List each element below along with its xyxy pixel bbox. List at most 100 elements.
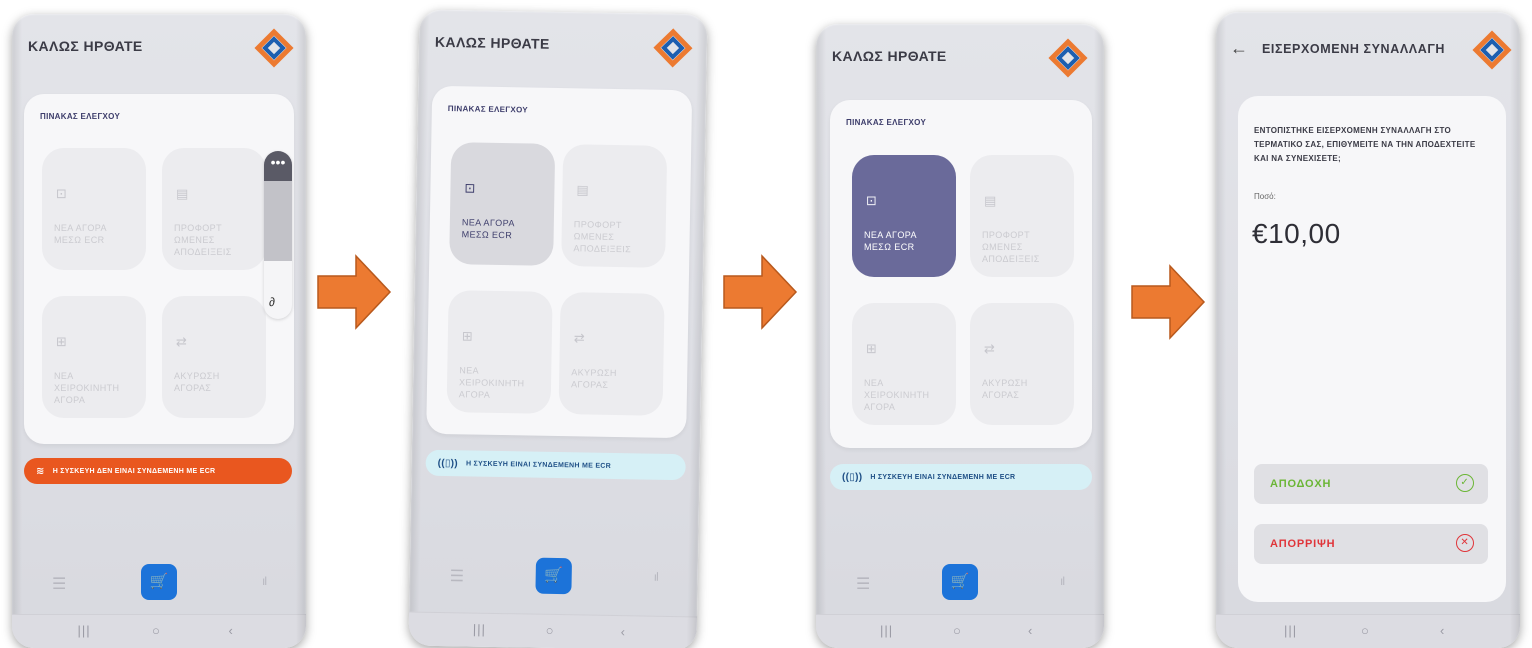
tile-label: ΝΕΑ ΧΕΙΡΟΚΙΝΗΤΗ ΑΓΟΡΑ: [864, 378, 930, 412]
tile-prefilled-receipts[interactable]: ▤ ΠΡΟΦΟΡΤ ΩΜΕΝΕΣ ΑΠΟΔΕΙΞΕΙΣ: [970, 155, 1074, 277]
scroll-side-panel[interactable]: ••• ∂: [264, 151, 292, 319]
phone-screen-4: ← ΕΙΣΕΡΧΟΜΕΝΗ ΣΥΝΑΛΛΑΓΗ ΕΝΤΟΠΙΣΤΗΚΕ ΕΙΣΕ…: [1216, 12, 1520, 648]
dashboard-card: ΠΙΝΑΚΑΣ ΕΛΕΓΧΟΥ ⊡ ΝΕΑ ΑΓΟΡΑ ΜΕΣΩ ECR ▤ Π…: [830, 100, 1092, 448]
reject-label: ΑΠΟΡΡΙΨΗ: [1270, 538, 1336, 550]
amount-value: €10,00: [1252, 218, 1341, 249]
status-banner-connected: ((▯)) Η ΣΥΣΚΕΥΗ ΕΙΝΑΙ ΣΥΝΔΕΜΕΝΗ ΜΕ ECR: [425, 449, 686, 481]
receipt-icon: ▤: [176, 186, 189, 201]
system-back-icon[interactable]: ‹: [621, 624, 626, 639]
tile-new-manual-purchase[interactable]: ⊞ ΝΕΑ ΧΕΙΡΟΚΙΝΗΤΗ ΑΓΟΡΑ: [42, 296, 146, 418]
brand-logo-icon: [254, 28, 294, 68]
tile-cancel-purchase[interactable]: ⇄ ΑΚΥΡΩΣΗ ΑΓΟΡΑΣ: [970, 303, 1074, 425]
tile-label: ΠΡΟΦΟΡΤ ΩΜΕΝΕΣ ΑΠΟΔΕΙΞΕΙΣ: [982, 230, 1040, 264]
home-icon[interactable]: ○: [1361, 623, 1369, 638]
tile-label: ΑΚΥΡΩΣΗ ΑΓΟΡΑΣ: [570, 367, 617, 390]
dashboard-card: ΠΙΝΑΚΑΣ ΕΛΕΓΧΟΥ ⊡ ΝΕΑ ΑΓΟΡΑ ΜΕΣΩ ECR ▤ Π…: [24, 94, 294, 444]
home-icon[interactable]: ○: [546, 623, 554, 638]
wifi-off-icon: ≋: [36, 465, 45, 477]
app-title: ΚΑΛΩΣ ΗΡΘΑΤΕ: [832, 48, 947, 64]
tile-new-ecr-purchase[interactable]: ⊡ ΝΕΑ ΑΓΟΡΑ ΜΕΣΩ ECR: [852, 155, 956, 277]
brand-logo-icon: [1048, 38, 1088, 78]
cart-nav-button[interactable]: 🛒: [942, 564, 978, 600]
brand-logo-icon: [1472, 30, 1512, 70]
status-text: Η ΣΥΣΚΕΥΗ ΔΕΝ ΕΙΝΑΙ ΣΥΝΔΕΜΕΝΗ ΜΕ ECR: [52, 467, 216, 475]
tile-cancel-purchase[interactable]: ⇄ ΑΚΥΡΩΣΗ ΑΓΟΡΑΣ: [558, 292, 665, 416]
system-nav-bar: ||| ○ ‹: [408, 611, 698, 648]
flow-arrow-icon: [317, 254, 392, 330]
hearing-icon: ∂: [269, 295, 275, 309]
tile-label: ΝΕΑ ΑΓΟΡΑ ΜΕΣΩ ECR: [54, 223, 107, 245]
chart-icon[interactable]: ıl: [1060, 574, 1065, 588]
app-title: ΚΑΛΩΣ ΗΡΘΑΤΕ: [434, 33, 550, 52]
receipt-icon: ▤: [984, 193, 997, 208]
system-nav-bar: ||| ○ ‹: [816, 614, 1104, 648]
tile-new-ecr-purchase[interactable]: ⊡ ΝΕΑ ΑΓΟΡΑ ΜΕΣΩ ECR: [449, 142, 556, 266]
home-icon[interactable]: ○: [953, 623, 961, 638]
status-banner-disconnected: ≋ Η ΣΥΣΚΕΥΗ ΔΕΝ ΕΙΝΑΙ ΣΥΝΔΕΜΕΝΗ ΜΕ ECR: [24, 458, 292, 484]
transaction-title: ΕΙΣΕΡΧΟΜΕΝΗ ΣΥΝΑΛΛΑΓΗ: [1262, 42, 1446, 56]
app-title: ΚΑΛΩΣ ΗΡΘΑΤΕ: [28, 38, 143, 54]
tile-label: ΝΕΑ ΧΕΙΡΟΚΙΝΗΤΗ ΑΓΟΡΑ: [54, 371, 120, 405]
device-connected-icon: ((▯)): [437, 457, 459, 469]
transaction-message: ΕΝΤΟΠΙΣΤΗΚΕ ΕΙΣΕΡΧΟΜΕΝΗ ΣΥΝΑΛΛΑΓΗ ΣΤΟ ΤΕ…: [1254, 126, 1476, 163]
system-back-icon[interactable]: ‹: [229, 623, 233, 638]
system-back-icon[interactable]: ‹: [1440, 623, 1444, 638]
phone-screen-3: ΚΑΛΩΣ ΗΡΘΑΤΕ ΠΙΝΑΚΑΣ ΕΛΕΓΧΟΥ ⊡ ΝΕΑ ΑΓΟΡΑ…: [816, 24, 1104, 648]
tile-prefilled-receipts[interactable]: ▤ ΠΡΟΦΟΡΤ ΩΜΕΝΕΣ ΑΠΟΔΕΙΞΕΙΣ: [561, 144, 668, 268]
repeat-icon: ⇄: [573, 330, 585, 346]
tile-label: ΠΡΟΦΟΡΤ ΩΜΕΝΕΣ ΑΠΟΔΕΙΞΕΙΣ: [573, 219, 632, 255]
menu-dots-icon[interactable]: •••: [264, 151, 292, 181]
ecr-device-icon: ⊡: [56, 186, 67, 201]
tile-prefilled-receipts[interactable]: ▤ ΠΡΟΦΟΡΤ ΩΜΕΝΕΣ ΑΠΟΔΕΙΞΕΙΣ: [162, 148, 266, 270]
cart-nav-button[interactable]: 🛒: [535, 557, 573, 595]
status-banner-connected: ((▯)) Η ΣΥΣΚΕΥΗ ΕΙΝΑΙ ΣΥΝΔΕΜΕΝΗ ΜΕ ECR: [830, 464, 1092, 490]
tile-label: ΝΕΑ ΧΕΙΡΟΚΙΝΗΤΗ ΑΓΟΡΑ: [458, 365, 525, 400]
tile-new-manual-purchase[interactable]: ⊞ ΝΕΑ ΧΕΙΡΟΚΙΝΗΤΗ ΑΓΟΡΑ: [852, 303, 956, 425]
flow-arrow-icon: [723, 254, 798, 330]
recent-apps-icon[interactable]: |||: [78, 623, 91, 638]
reject-button[interactable]: ΑΠΟΡΡΙΨΗ ✕: [1254, 524, 1488, 564]
accept-label: ΑΠΟΔΟΧΗ: [1270, 478, 1332, 490]
home-icon[interactable]: ○: [152, 623, 160, 638]
dashboard-title: ΠΙΝΑΚΑΣ ΕΛΕΓΧΟΥ: [846, 118, 927, 127]
ecr-device-icon: ⊡: [464, 180, 476, 196]
recent-apps-icon[interactable]: |||: [473, 622, 486, 637]
system-back-icon[interactable]: ‹: [1028, 623, 1032, 638]
list-icon[interactable]: ☰: [52, 574, 66, 594]
cart-icon: ⊞: [56, 334, 67, 349]
device-connected-icon: ((▯)): [842, 471, 863, 483]
status-text: Η ΣΥΣΚΕΥΗ ΕΙΝΑΙ ΣΥΝΔΕΜΕΝΗ ΜΕ ECR: [465, 459, 612, 470]
status-text: Η ΣΥΣΚΕΥΗ ΕΙΝΑΙ ΣΥΝΔΕΜΕΝΗ ΜΕ ECR: [870, 473, 1016, 481]
scrollbar[interactable]: [264, 181, 292, 261]
brand-logo-icon: [653, 28, 693, 68]
tile-new-manual-purchase[interactable]: ⊞ ΝΕΑ ΧΕΙΡΟΚΙΝΗΤΗ ΑΓΟΡΑ: [446, 290, 553, 414]
tile-label: ΑΚΥΡΩΣΗ ΑΓΟΡΑΣ: [174, 371, 220, 393]
amount-label: Ποσό:: [1254, 192, 1276, 201]
cart-icon: ⊞: [461, 328, 473, 344]
tile-label: ΝΕΑ ΑΓΟΡΑ ΜΕΣΩ ECR: [864, 230, 917, 252]
tile-new-ecr-purchase[interactable]: ⊡ ΝΕΑ ΑΓΟΡΑ ΜΕΣΩ ECR: [42, 148, 146, 270]
phone-screen-2: ΚΑΛΩΣ ΗΡΘΑΤΕ ΠΙΝΑΚΑΣ ΕΛΕΓΧΟΥ ⊡ ΝΕΑ ΑΓΟΡΑ…: [408, 9, 708, 648]
tile-label: ΝΕΑ ΑΓΟΡΑ ΜΕΣΩ ECR: [461, 217, 515, 241]
repeat-icon: ⇄: [984, 341, 995, 356]
recent-apps-icon[interactable]: |||: [880, 623, 893, 638]
dashboard-title: ΠΙΝΑΚΑΣ ΕΛΕΓΧΟΥ: [447, 104, 529, 115]
recent-apps-icon[interactable]: |||: [1284, 623, 1297, 638]
flow-arrow-icon: [1131, 264, 1206, 340]
tile-label: ΠΡΟΦΟΡΤ ΩΜΕΝΕΣ ΑΠΟΔΕΙΞΕΙΣ: [174, 223, 232, 257]
back-arrow-icon[interactable]: ←: [1230, 38, 1248, 59]
ecr-device-icon: ⊡: [866, 193, 877, 208]
system-nav-bar: ||| ○ ‹: [1216, 614, 1520, 648]
check-circle-icon: ✓: [1456, 474, 1474, 492]
receipt-icon: ▤: [576, 182, 589, 198]
cart-nav-button[interactable]: 🛒: [141, 564, 177, 600]
list-icon[interactable]: ☰: [856, 574, 870, 594]
tile-cancel-purchase[interactable]: ⇄ ΑΚΥΡΩΣΗ ΑΓΟΡΑΣ: [162, 296, 266, 418]
list-icon[interactable]: ☰: [450, 566, 465, 586]
dashboard-card: ΠΙΝΑΚΑΣ ΕΛΕΓΧΟΥ ⊡ ΝΕΑ ΑΓΟΡΑ ΜΕΣΩ ECR ▤ Π…: [426, 85, 693, 439]
bottom-nav: ☰ 🛒 ıl: [816, 564, 1104, 604]
bottom-nav: ☰ 🛒 ıl: [409, 555, 698, 600]
chart-icon[interactable]: ıl: [262, 574, 267, 588]
accept-button[interactable]: ΑΠΟΔΟΧΗ ✓: [1254, 464, 1488, 504]
chart-icon[interactable]: ıl: [654, 570, 658, 584]
